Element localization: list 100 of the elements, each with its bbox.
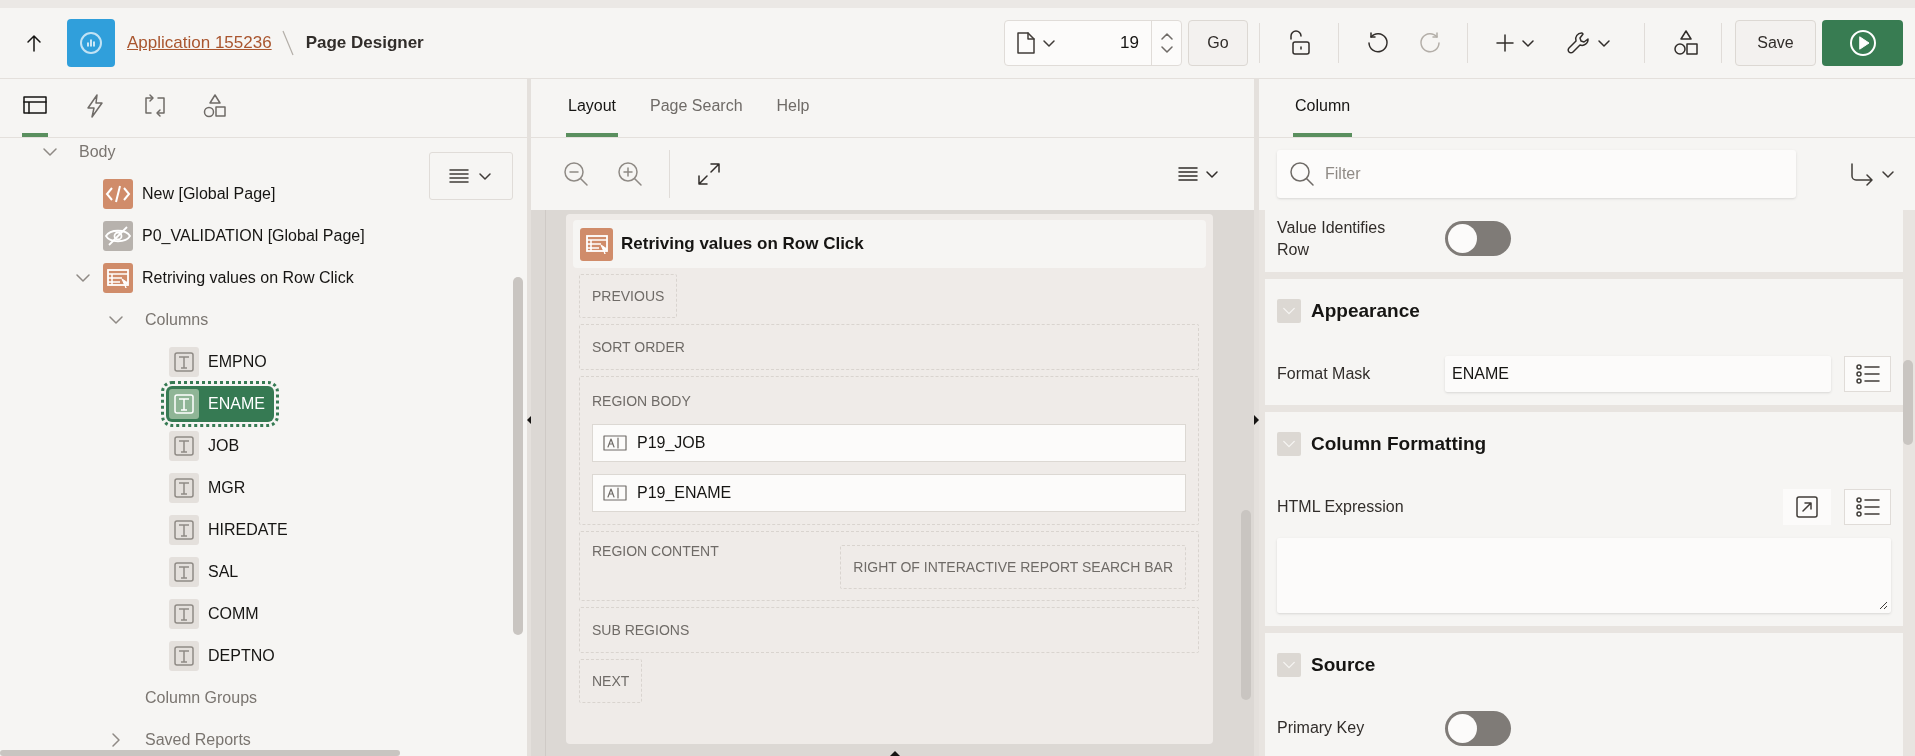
page-item[interactable]: P19_JOB bbox=[592, 424, 1186, 462]
scrollbar[interactable] bbox=[513, 277, 523, 635]
expand-button[interactable] bbox=[698, 163, 720, 185]
increment-button[interactable] bbox=[1160, 32, 1173, 40]
gauge-icon bbox=[79, 31, 103, 55]
tree-node[interactable]: Column Groups bbox=[145, 686, 258, 710]
drop-zone[interactable]: REGION BODY P19_JOB P19_ENAME bbox=[579, 376, 1199, 525]
table-icon bbox=[103, 263, 133, 293]
go-button[interactable]: Go bbox=[1188, 20, 1248, 66]
tab[interactable]: Help bbox=[774, 79, 812, 137]
run-button[interactable] bbox=[1822, 20, 1903, 66]
field-label: Value Identifies Row bbox=[1277, 217, 1387, 260]
code-icon bbox=[103, 179, 133, 209]
tree-node[interactable]: P0_VALIDATION [Global Page] bbox=[100, 218, 374, 254]
wrench-icon bbox=[1566, 30, 1592, 56]
tree-node[interactable]: Body bbox=[79, 140, 116, 164]
view-menu-button[interactable] bbox=[429, 152, 513, 200]
tree-node[interactable]: COMM bbox=[166, 596, 268, 632]
text-field-icon bbox=[169, 515, 199, 545]
tree-node[interactable]: SAL bbox=[166, 554, 248, 590]
list-button[interactable] bbox=[1844, 489, 1891, 525]
cycle-arrows-icon bbox=[142, 93, 168, 119]
tree-node[interactable]: Saved Reports bbox=[145, 728, 251, 752]
tab[interactable]: Layout bbox=[566, 79, 619, 137]
breadcrumb-separator-icon bbox=[281, 30, 294, 56]
tree-node[interactable]: MGR bbox=[166, 470, 255, 506]
hidden-eye-icon bbox=[103, 221, 133, 251]
drop-zone[interactable]: RIGHT OF INTERACTIVE REPORT SEARCH BAR bbox=[840, 545, 1186, 589]
tree-node[interactable]: DEPTNO bbox=[166, 638, 284, 674]
play-icon bbox=[1848, 29, 1877, 57]
zone-label: NEXT bbox=[592, 671, 630, 691]
unlocked-padlock-icon bbox=[1287, 30, 1311, 56]
text-field-icon bbox=[169, 389, 199, 419]
page-icon bbox=[1017, 32, 1035, 54]
scrollbar[interactable] bbox=[0, 750, 400, 756]
text-field-icon bbox=[169, 431, 199, 461]
app-link[interactable]: Application 155236 bbox=[127, 30, 272, 56]
toggle-switch[interactable] bbox=[1445, 710, 1511, 746]
text-field-icon bbox=[169, 347, 199, 377]
text-field-icon bbox=[169, 557, 199, 587]
region-header[interactable]: Retriving values on Row Click bbox=[573, 220, 1206, 268]
menu-icon bbox=[449, 168, 469, 184]
field-label: Primary Key bbox=[1277, 718, 1366, 739]
tree-node[interactable]: Columns bbox=[145, 308, 209, 332]
input-field[interactable]: ENAME bbox=[1445, 356, 1831, 392]
tree-node[interactable]: JOB bbox=[166, 428, 249, 464]
drop-zone[interactable]: SUB REGIONS bbox=[579, 607, 1199, 653]
plus-icon bbox=[1496, 34, 1514, 52]
tree-node[interactable]: New [Global Page] bbox=[100, 176, 285, 212]
text-field-icon bbox=[169, 641, 199, 671]
text-field-icon bbox=[169, 599, 199, 629]
page-item[interactable]: P19_ENAME bbox=[592, 474, 1186, 512]
zoom-out-icon bbox=[563, 161, 589, 187]
group-heading: Source bbox=[1311, 652, 1376, 677]
text-field-icon bbox=[169, 473, 199, 503]
tree-node[interactable]: HIREDATE bbox=[166, 512, 297, 548]
drop-zone[interactable]: SORT ORDER bbox=[579, 324, 1199, 370]
tab[interactable]: Page Search bbox=[648, 79, 745, 137]
list-button[interactable] bbox=[1844, 356, 1891, 392]
save-button[interactable]: Save bbox=[1735, 20, 1816, 66]
redo-icon bbox=[1418, 31, 1442, 55]
page-number-field[interactable]: 19 bbox=[1120, 30, 1139, 56]
resize-grip-icon[interactable] bbox=[1878, 600, 1888, 610]
undo-icon bbox=[1366, 31, 1390, 55]
decrement-button[interactable] bbox=[1160, 46, 1173, 54]
go-to-group-button[interactable] bbox=[1850, 162, 1896, 186]
turn-arrow-icon bbox=[1850, 162, 1874, 186]
layout-menu-button[interactable] bbox=[1178, 166, 1220, 182]
group-heading: Appearance bbox=[1311, 298, 1420, 323]
toggle-switch[interactable] bbox=[1445, 221, 1511, 256]
page-type-button[interactable] bbox=[1017, 32, 1057, 54]
menu-icon bbox=[1178, 166, 1198, 182]
list-icon bbox=[1854, 363, 1881, 385]
chevron-up-icon bbox=[1160, 32, 1173, 40]
text-field-icon bbox=[603, 485, 627, 501]
zone-label: SUB REGIONS bbox=[592, 620, 690, 640]
drop-zone[interactable]: NEXT bbox=[579, 659, 643, 703]
scrollbar[interactable] bbox=[1903, 360, 1913, 445]
tree-node[interactable]: EMPNO bbox=[166, 344, 276, 380]
zone-label: SORT ORDER bbox=[592, 337, 685, 357]
expand-arrows-icon bbox=[698, 163, 720, 185]
zoom-in-button[interactable] bbox=[617, 161, 643, 187]
list-icon bbox=[1854, 496, 1881, 518]
open-editor-button[interactable] bbox=[1783, 489, 1831, 525]
drop-zone[interactable]: PREVIOUS bbox=[579, 274, 678, 318]
text-field-icon bbox=[603, 435, 627, 451]
tab[interactable]: Column bbox=[1293, 79, 1353, 137]
tree-node[interactable]: Retriving values on Row Click bbox=[100, 260, 363, 296]
page-title: Page Designer bbox=[305, 32, 424, 55]
zone-label: REGION CONTENT bbox=[592, 542, 719, 561]
drop-zone[interactable]: REGION CONTENT RIGHT OF INTERACTIVE REPORT SEARCH BAR bbox=[579, 531, 1199, 601]
shapes-icon bbox=[1673, 30, 1699, 56]
field-label: HTML Expression bbox=[1277, 497, 1404, 517]
resize-handle-icon[interactable] bbox=[890, 751, 900, 756]
group-heading: Column Formatting bbox=[1311, 431, 1487, 456]
filter-field[interactable]: Filter bbox=[1277, 150, 1796, 198]
zone-label: REGION BODY bbox=[592, 392, 692, 411]
chevron-down-icon bbox=[1160, 46, 1173, 54]
search-icon bbox=[1289, 161, 1315, 187]
zoom-out-button[interactable] bbox=[563, 161, 589, 187]
